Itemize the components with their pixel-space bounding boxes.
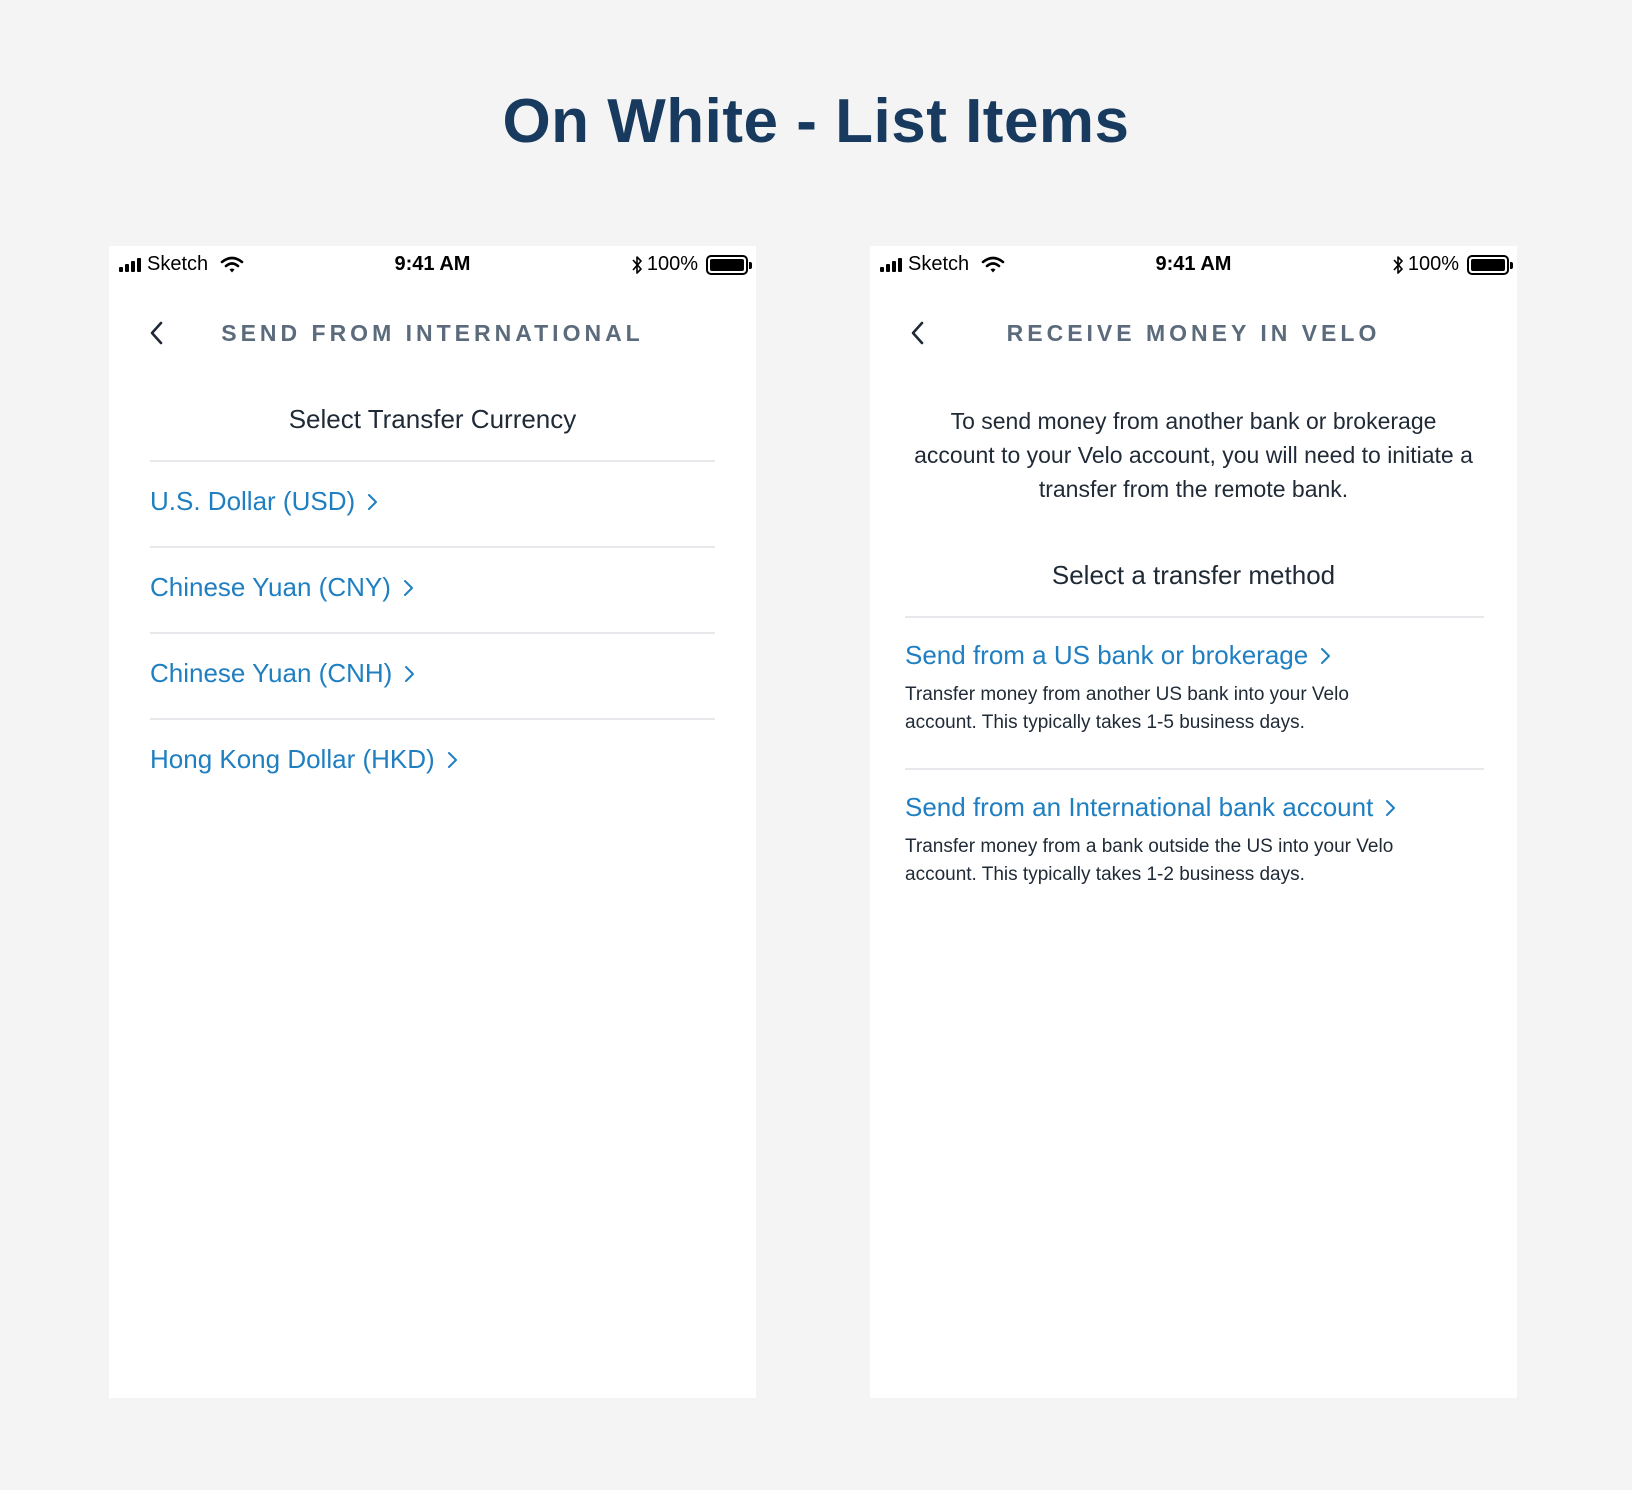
divider xyxy=(150,718,715,720)
divider xyxy=(150,460,715,462)
phone-screen-send-from-international: Sketch 9:41 AM 100% SEND FROM INTERNATIO… xyxy=(109,246,756,1398)
chevron-right-icon xyxy=(368,493,378,510)
section-title: Select a transfer method xyxy=(1051,560,1336,590)
currency-item-cny[interactable]: Chinese Yuan (CNY) xyxy=(150,572,415,603)
currency-item-hkd[interactable]: Hong Kong Dollar (HKD) xyxy=(150,744,459,775)
transfer-method-description: Transfer money from another US bank into… xyxy=(905,684,1349,733)
chevron-right-icon xyxy=(1321,647,1331,664)
section-title: Select Transfer Currency xyxy=(288,404,577,434)
transfer-method-label: Send from an International bank account xyxy=(905,792,1374,822)
chevron-right-icon xyxy=(447,751,457,768)
nav-title: RECEIVE MONEY IN VELO xyxy=(1006,320,1381,346)
transfer-method-us-bank: Send from a US bank or brokerage Transfe… xyxy=(905,640,1465,737)
battery-icon xyxy=(706,254,752,275)
transfer-method-label: Send from a US bank or brokerage xyxy=(905,640,1309,670)
bluetooth-icon xyxy=(632,255,642,274)
chevron-right-icon xyxy=(1386,799,1396,816)
transfer-method-international-bank: Send from an International bank account … xyxy=(905,792,1465,889)
battery-percent: 100% xyxy=(1407,253,1459,275)
currency-item-usd[interactable]: U.S. Dollar (USD) xyxy=(150,486,379,517)
transfer-method-link[interactable]: Send from a US bank or brokerage xyxy=(905,640,1465,671)
divider xyxy=(150,632,715,634)
status-bar: Sketch 9:41 AM 100% xyxy=(109,246,756,282)
nav-title: SEND FROM INTERNATIONAL xyxy=(221,320,644,346)
battery-percent: 100% xyxy=(646,253,698,275)
transfer-method-description: Transfer money from a bank outside the U… xyxy=(905,836,1394,885)
divider xyxy=(905,616,1484,618)
chevron-right-icon xyxy=(405,665,415,682)
intro-text: To send money from another bank or broke… xyxy=(914,408,1473,502)
currency-item-label: Hong Kong Dollar (HKD) xyxy=(150,744,435,774)
transfer-method-link[interactable]: Send from an International bank account xyxy=(905,792,1465,823)
divider xyxy=(150,546,715,548)
page-title: On White - List Items xyxy=(502,87,1130,156)
bluetooth-icon xyxy=(1393,255,1403,274)
currency-item-label: U.S. Dollar (USD) xyxy=(150,486,356,516)
battery-icon xyxy=(1467,254,1513,275)
divider xyxy=(905,768,1484,770)
status-bar: Sketch 9:41 AM 100% xyxy=(870,246,1517,282)
phone-screen-receive-money: Sketch 9:41 AM 100% RECEIVE MONEY IN VEL… xyxy=(870,246,1517,1398)
currency-item-cnh[interactable]: Chinese Yuan (CNH) xyxy=(150,658,416,689)
currency-item-label: Chinese Yuan (CNY) xyxy=(150,572,391,602)
currency-item-label: Chinese Yuan (CNH) xyxy=(150,658,393,688)
chevron-right-icon xyxy=(403,579,413,596)
